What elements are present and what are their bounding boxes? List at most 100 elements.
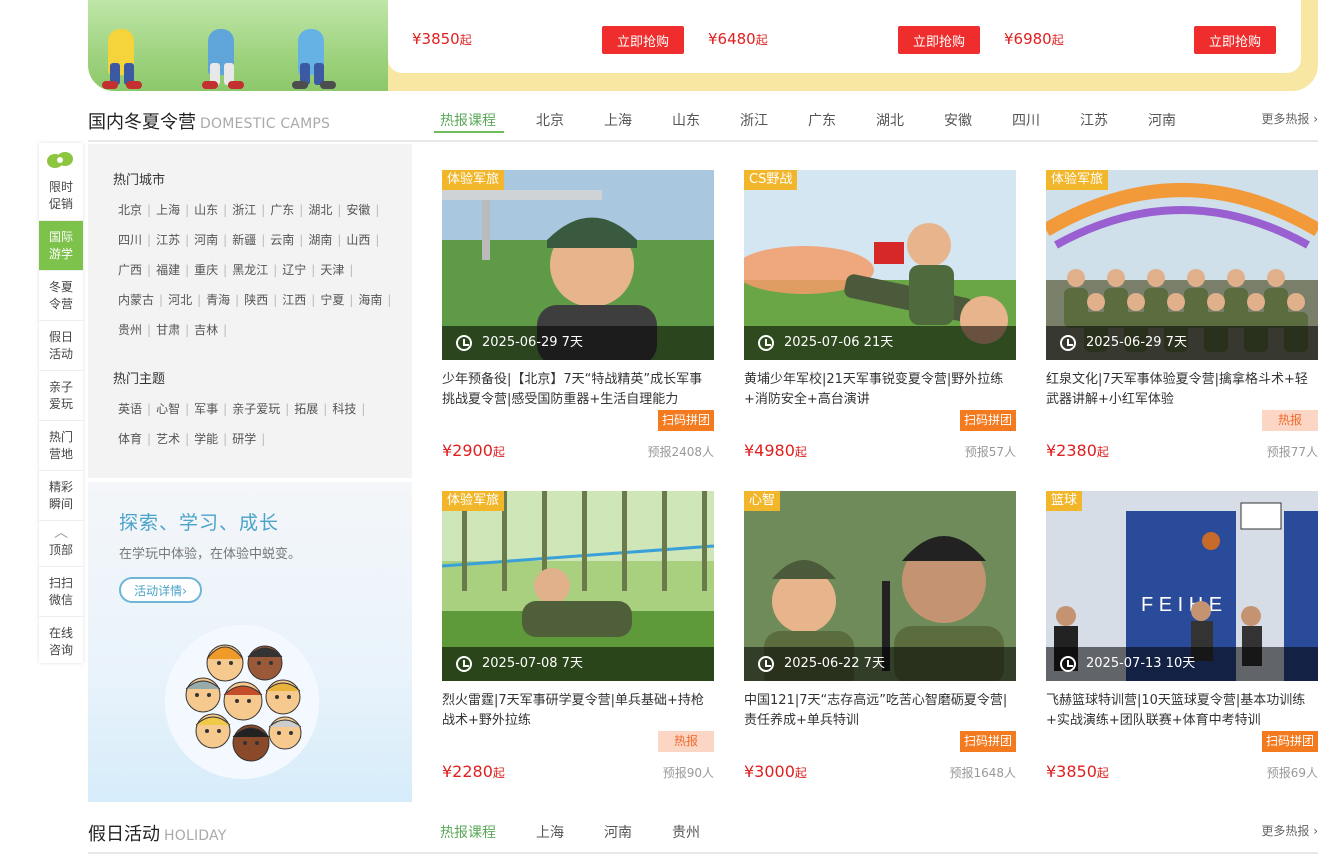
filter-link[interactable]: 北京 — [118, 203, 142, 217]
hot-badge: 热报 — [658, 731, 714, 752]
sidenav-item-camp-sites[interactable]: 热门营地 — [39, 421, 83, 471]
tab-shanghai[interactable]: 上海 — [604, 110, 632, 130]
filter-link[interactable]: 英语 — [118, 402, 142, 416]
filter-link[interactable]: 青海 — [206, 293, 230, 307]
camp-card[interactable]: 心智 2025-06-22 7天中国121|7天“志存高远”吃苦心智磨砺夏令营|责… — [744, 491, 1016, 781]
filter-link[interactable]: 四川 — [118, 233, 142, 247]
separator: | — [223, 432, 228, 446]
card-title[interactable]: 少年预备役|【北京】7天“特战精英”成长军事挑战夏令营|感受国防重器+生活自理能… — [442, 370, 714, 410]
filter-link[interactable]: 天津 — [320, 263, 344, 277]
back-to-top-button[interactable]: ︿ 顶部 — [39, 521, 83, 567]
card-title[interactable]: 飞赫篮球特训营|10天篮球夏令营|基本功训练+实战演练+团队联赛+体育中考特训 — [1046, 691, 1318, 731]
card-photo[interactable]: CS野战 2025-07-06 21天 — [744, 170, 1016, 360]
filter-link[interactable]: 艺术 — [156, 432, 180, 446]
tab-anhui[interactable]: 安徽 — [944, 110, 972, 130]
tab-henan[interactable]: 河南 — [604, 822, 632, 842]
filter-link[interactable]: 河北 — [168, 293, 192, 307]
filter-link[interactable]: 江西 — [282, 293, 306, 307]
card-photo[interactable]: 心智 2025-06-22 7天 — [744, 491, 1016, 681]
camp-card[interactable]: 体验军旅 2025-06-29 7天少年预备役|【北京】7天“特战精英”成长军事挑… — [442, 170, 714, 460]
card-title[interactable]: 中国121|7天“志存高远”吃苦心智磨砺夏令营|责任养成+单兵特训 — [744, 691, 1016, 731]
filter-link[interactable]: 云南 — [270, 233, 294, 247]
card-photo[interactable]: F E I H E 篮球 2025-07-13 10天 — [1046, 491, 1318, 681]
card-photo[interactable]: 体验军旅 2025-06-29 7天 — [442, 170, 714, 360]
filter-link[interactable]: 安徽 — [346, 203, 370, 217]
more-hot-link[interactable]: 更多热报 › — [1261, 110, 1318, 127]
buy-now-button[interactable]: 立即抢购 — [602, 26, 684, 54]
filter-link[interactable]: 黑龙江 — [232, 263, 268, 277]
signup-count: 预报77人 — [1266, 445, 1318, 459]
tab-hot-courses[interactable]: 热报课程 — [440, 110, 496, 130]
active-tab-underline — [434, 131, 504, 133]
camp-card[interactable]: 体验军旅 2025-07-08 7天烈火雷霆|7天军事研学夏令营|单兵基础+持枪战… — [442, 491, 714, 781]
tab-sichuan[interactable]: 四川 — [1012, 110, 1040, 130]
camp-card[interactable]: CS野战 2025-07-06 21天黄埔少年军校|21天军事锐变夏令营|野外拉练… — [744, 170, 1016, 460]
filter-link[interactable]: 辽宁 — [282, 263, 306, 277]
filter-link[interactable]: 上海 — [156, 203, 180, 217]
filter-link[interactable]: 浙江 — [232, 203, 256, 217]
filter-link[interactable]: 内蒙古 — [118, 293, 154, 307]
filter-link[interactable]: 河南 — [194, 233, 218, 247]
tab-hot-courses[interactable]: 热报课程 — [440, 822, 496, 842]
filter-link[interactable]: 重庆 — [194, 263, 218, 277]
separator: | — [147, 402, 152, 416]
camp-card[interactable]: 体验军旅 2025-06-29 7天红泉文化|7天军事体验夏令营|擒拿格斗术+轻武… — [1046, 170, 1318, 460]
filter-link[interactable]: 科技 — [332, 402, 356, 416]
filter-link[interactable]: 新疆 — [232, 233, 256, 247]
more-hot-link[interactable]: 更多热报 › — [1261, 822, 1318, 839]
camp-card[interactable]: F E I H E 篮球 2025-07-13 10天飞赫篮球特训营|10天篮球夏令… — [1046, 491, 1318, 781]
sidenav-item-camps[interactable]: 冬夏令营 — [39, 271, 83, 321]
filter-link[interactable]: 体育 — [118, 432, 142, 446]
buy-now-button[interactable]: 立即抢购 — [1194, 26, 1276, 54]
filter-link[interactable]: 甘肃 — [156, 323, 180, 337]
sidenav-item-holiday[interactable]: 假日活动 — [39, 321, 83, 371]
buy-now-button[interactable]: 立即抢购 — [898, 26, 980, 54]
filter-link[interactable]: 陕西 — [244, 293, 268, 307]
filter-link[interactable]: 湖北 — [308, 203, 332, 217]
filter-link[interactable]: 福建 — [156, 263, 180, 277]
group-buy-badge: 扫码拼团 — [959, 410, 1016, 431]
tab-shanghai[interactable]: 上海 — [536, 822, 564, 842]
sidenav-item-intl-study[interactable]: 国际游学 — [39, 221, 83, 271]
tab-hubei[interactable]: 湖北 — [876, 110, 904, 130]
tab-shandong[interactable]: 山东 — [672, 110, 700, 130]
tab-jiangsu[interactable]: 江苏 — [1080, 110, 1108, 130]
filter-link[interactable]: 海南 — [358, 293, 382, 307]
sidenav-item-online-chat[interactable]: 在线咨询 — [39, 617, 83, 667]
tab-zhejiang[interactable]: 浙江 — [740, 110, 768, 130]
clock-icon — [1060, 335, 1076, 351]
tab-beijing[interactable]: 北京 — [536, 110, 564, 130]
tab-henan[interactable]: 河南 — [1148, 110, 1176, 130]
filter-link[interactable]: 拓展 — [294, 402, 318, 416]
filter-link[interactable]: 广西 — [118, 263, 142, 277]
filter-link[interactable]: 广东 — [270, 203, 294, 217]
filter-link[interactable]: 贵州 — [118, 323, 142, 337]
filter-link[interactable]: 学能 — [194, 432, 218, 446]
tab-guizhou[interactable]: 贵州 — [672, 822, 700, 842]
filter-link[interactable]: 心智 — [156, 402, 180, 416]
filter-link[interactable]: 宁夏 — [320, 293, 344, 307]
sidenav-item-family[interactable]: 亲子爱玩 — [39, 371, 83, 421]
card-title[interactable]: 红泉文化|7天军事体验夏令营|擒拿格斗术+轻武器讲解+小红军体验 — [1046, 370, 1318, 410]
separator: | — [147, 432, 152, 446]
filter-link[interactable]: 江苏 — [156, 233, 180, 247]
tab-guangdong[interactable]: 广东 — [808, 110, 836, 130]
card-price: ¥2280起 — [442, 762, 505, 781]
sidenav-item-moments[interactable]: 精彩瞬间 — [39, 471, 83, 521]
sidenav-item-flash-sale[interactable]: 限时促销 — [39, 171, 83, 221]
filter-link[interactable]: 研学 — [232, 432, 256, 446]
card-photo[interactable]: 体验军旅 2025-07-08 7天 — [442, 491, 714, 681]
filter-link[interactable]: 山西 — [346, 233, 370, 247]
chevron-right-icon: › — [1313, 824, 1318, 838]
card-title[interactable]: 黄埔少年军校|21天军事锐变夏令营|野外拉练+消防安全+高台演讲 — [744, 370, 1016, 410]
card-title[interactable]: 烈火雷霆|7天军事研学夏令营|单兵基础+持枪战术+野外拉练 — [442, 691, 714, 731]
activity-details-button[interactable]: 活动详情› — [119, 577, 202, 603]
filter-link[interactable]: 军事 — [194, 402, 218, 416]
hot-cities-title: 热门城市 — [113, 173, 166, 188]
card-photo[interactable]: 体验军旅 2025-06-29 7天 — [1046, 170, 1318, 360]
filter-link[interactable]: 吉林 — [194, 323, 218, 337]
filter-link[interactable]: 山东 — [194, 203, 218, 217]
sidenav-item-wechat[interactable]: 扫扫微信 — [39, 567, 83, 617]
filter-link[interactable]: 湖南 — [308, 233, 332, 247]
filter-link[interactable]: 亲子爱玩 — [232, 402, 280, 416]
